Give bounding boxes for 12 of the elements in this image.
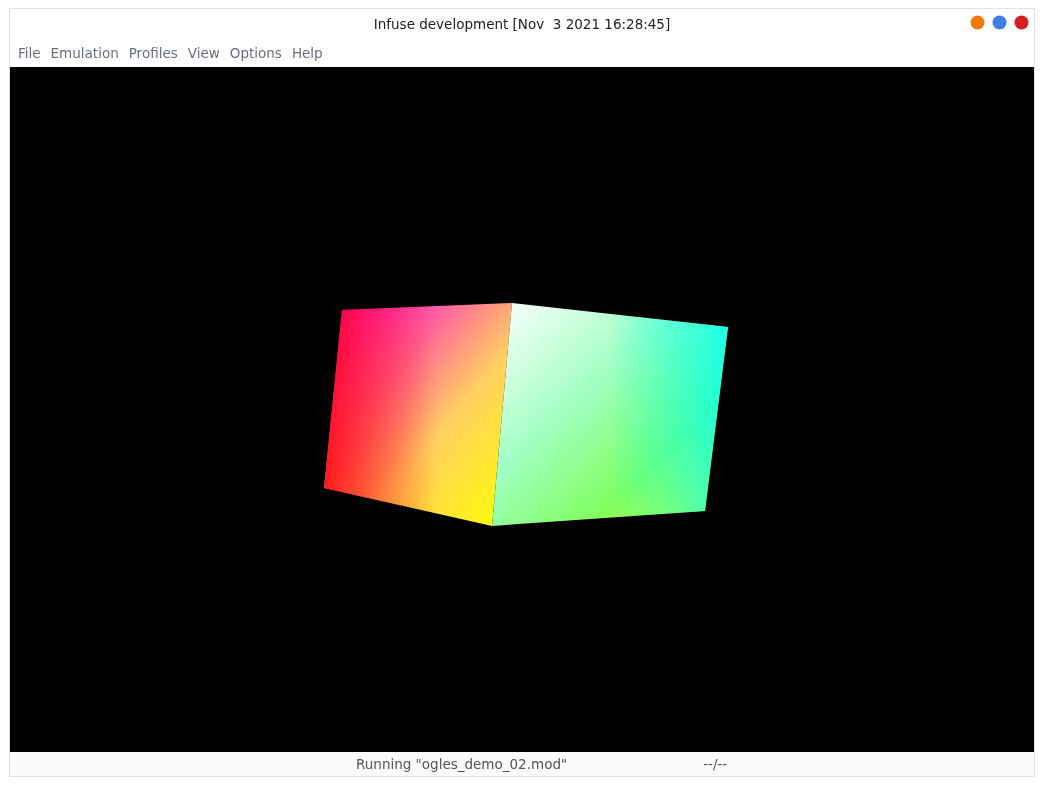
close-icon[interactable] xyxy=(1014,15,1029,30)
status-message: Running "ogles_demo_02.mod" xyxy=(356,756,568,772)
menu-item[interactable]: Help xyxy=(286,44,328,61)
menu-item[interactable]: Emulation xyxy=(45,44,124,61)
window-title: Infuse development [Nov 3 2021 16:28:45] xyxy=(373,15,671,32)
progress-text: --/-- xyxy=(703,756,728,772)
menu-item[interactable]: Options xyxy=(224,44,287,61)
menu-item[interactable]: View xyxy=(182,44,225,61)
menu-item[interactable]: File xyxy=(13,44,46,61)
menu-item[interactable]: Profiles xyxy=(123,44,183,61)
minimize-icon[interactable] xyxy=(970,15,985,30)
maximize-icon[interactable] xyxy=(992,15,1007,30)
